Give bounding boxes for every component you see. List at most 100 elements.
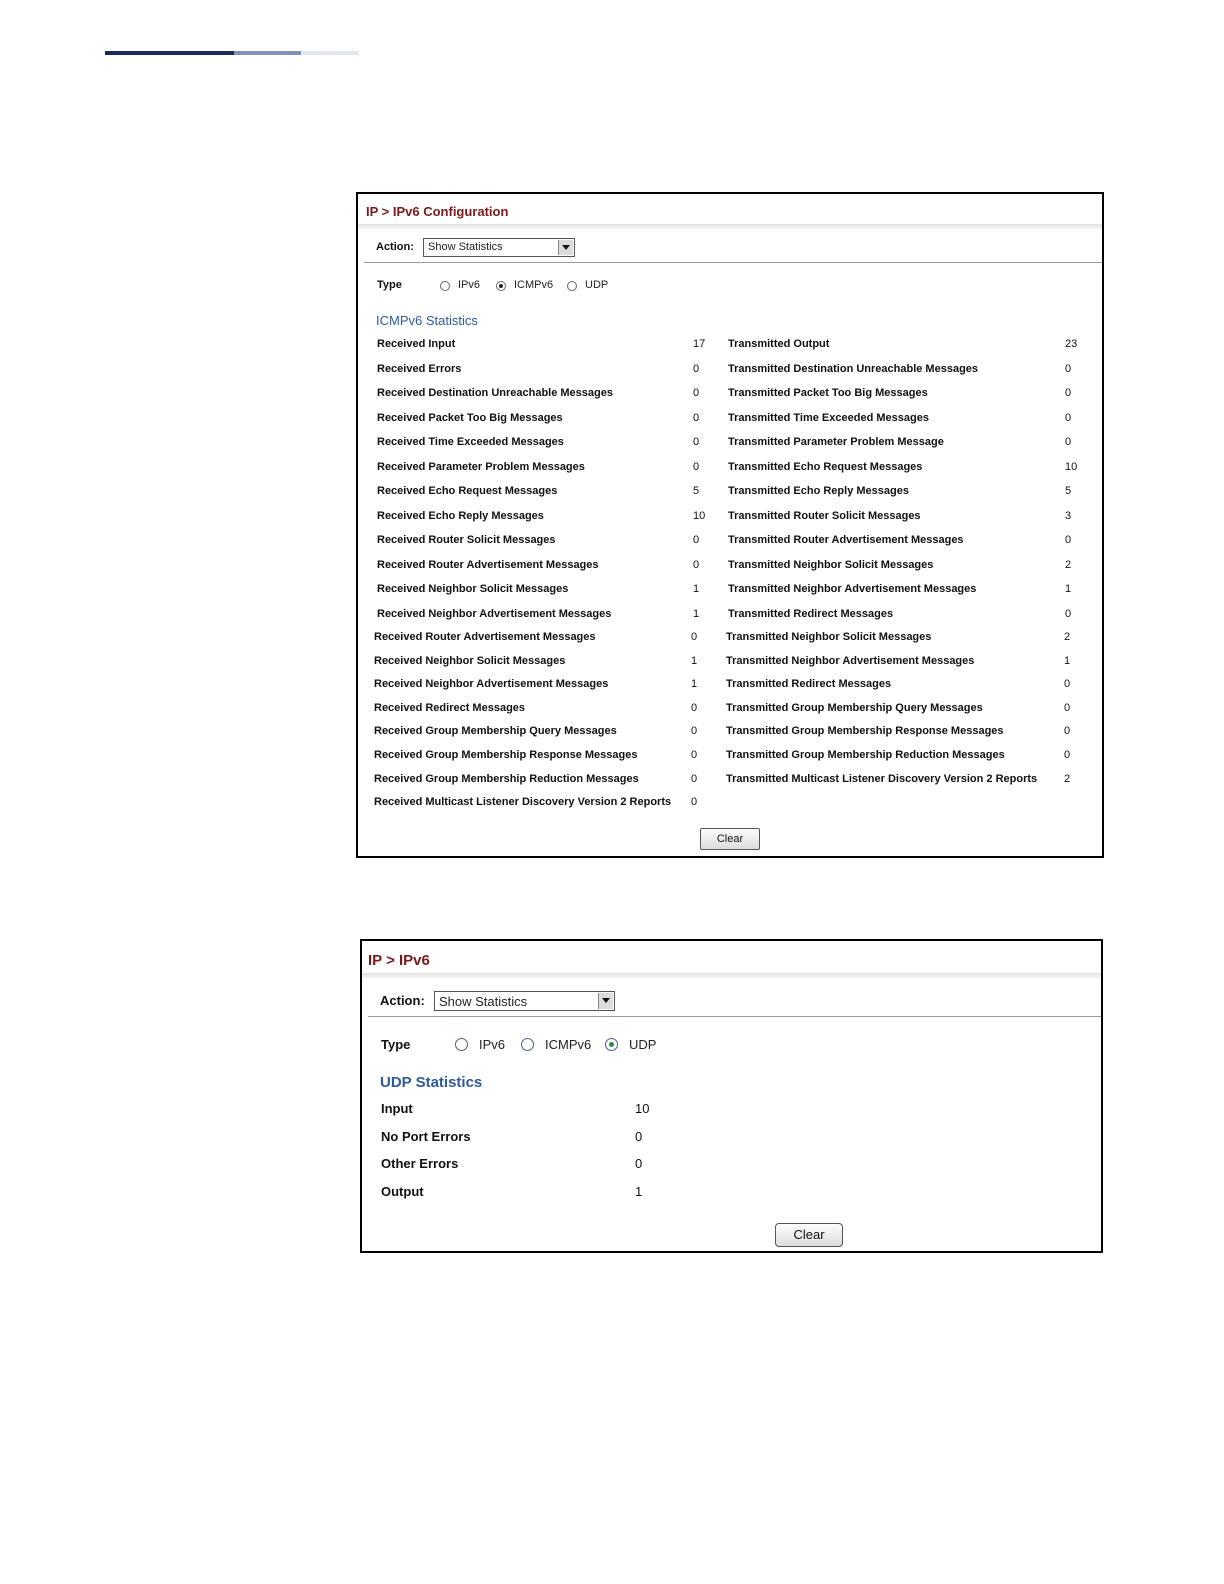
transmitted-stat-value: 0: [1065, 607, 1072, 620]
received-stat-label: Received Parameter Problem Messages: [377, 460, 585, 473]
transmitted-stat-label: Transmitted Group Membership Query Messa…: [726, 701, 983, 714]
radio-udp[interactable]: [567, 281, 577, 291]
transmitted-stat-value: 0: [1065, 362, 1072, 375]
transmitted-stat-label: Transmitted Multicast Listener Discovery…: [726, 772, 1038, 785]
received-stat-value: 0: [691, 749, 698, 761]
received-stat-value: 0: [691, 796, 698, 809]
radio-ipv6[interactable]: [455, 1038, 468, 1051]
received-stat-label: Received Echo Reply Messages: [377, 509, 544, 522]
action-label: Action:: [380, 993, 425, 1008]
radio-icmpv6[interactable]: [496, 281, 506, 291]
received-stat-label: Received Destination Unreachable Message…: [377, 387, 613, 399]
received-stat-value: 0: [691, 701, 698, 714]
section-title: UDP Statistics: [380, 1074, 483, 1091]
transmitted-stat-label: Transmitted Redirect Messages: [726, 678, 892, 691]
transmitted-stat-value: 1: [1065, 583, 1072, 595]
title-divider: [358, 224, 1102, 229]
received-stat-value: 10: [693, 509, 706, 522]
received-stat-label: Received Redirect Messages: [374, 701, 526, 714]
action-select-value: Show Statistics: [439, 994, 528, 1009]
received-stat-value: 17: [693, 338, 706, 350]
transmitted-stat-label: Transmitted Group Membership Reduction M…: [726, 749, 1005, 761]
received-stat-value: 0: [693, 436, 700, 448]
transmitted-stat-value: 0: [1065, 436, 1072, 448]
action-divider: [364, 262, 1102, 263]
clear-button[interactable]: Clear: [775, 1223, 843, 1247]
received-stat-label: Received Router Advertisement Messages: [374, 631, 596, 643]
transmitted-stat-value: 2: [1065, 558, 1072, 571]
chevron-down-icon[interactable]: [598, 993, 613, 1009]
radio-icmpv6-label: ICMPv6: [545, 1037, 592, 1052]
received-stat-label: Received Neighbor Solicit Messages: [374, 654, 566, 667]
received-stat-value: 1: [693, 607, 700, 620]
received-stat-value: 0: [693, 558, 700, 571]
received-stat-value: 0: [691, 772, 698, 785]
transmitted-stat-value: 0: [1065, 534, 1072, 546]
udp-stat-label: Input: [381, 1101, 413, 1116]
page-title: IP > IPv6 Configuration: [366, 204, 509, 219]
udp-stat-value: 0: [635, 1128, 643, 1144]
transmitted-stat-value: 0: [1064, 725, 1071, 738]
received-stat-label: Received Echo Request Messages: [377, 485, 558, 497]
header-bar-mid: [234, 51, 301, 55]
received-stat-value: 0: [693, 411, 700, 424]
page-title: IP > IPv6: [368, 952, 430, 969]
transmitted-stat-label: Transmitted Group Membership Response Me…: [726, 725, 1004, 738]
transmitted-stat-value: 0: [1064, 701, 1071, 714]
icmpv6-statistics-panel: IP > IPv6 Configuration Action: Show Sta…: [356, 192, 1104, 858]
action-select[interactable]: Show Statistics: [423, 238, 575, 257]
received-stat-value: 5: [693, 485, 700, 497]
transmitted-stat-label: Transmitted Neighbor Solicit Messages: [728, 558, 934, 571]
transmitted-stat-value: 0: [1064, 678, 1071, 691]
received-stat-label: Received Group Membership Reduction Mess…: [374, 772, 639, 785]
action-select-value: Show Statistics: [428, 241, 503, 253]
received-stat-value: 1: [691, 654, 698, 667]
received-stat-label: Received Router Solicit Messages: [377, 534, 556, 546]
udp-stat-label: Other Errors: [381, 1156, 459, 1172]
transmitted-stat-value: 5: [1065, 485, 1072, 497]
received-stat-value: 0: [693, 387, 700, 399]
received-stat-value: 0: [691, 631, 698, 643]
received-stat-label: Received Input: [377, 338, 456, 350]
transmitted-stat-value: 3: [1065, 509, 1072, 522]
transmitted-stat-label: Transmitted Destination Unreachable Mess…: [728, 362, 979, 375]
received-stat-label: Received Neighbor Solicit Messages: [377, 583, 569, 595]
transmitted-stat-value: 1: [1064, 654, 1071, 667]
radio-icmpv6[interactable]: [521, 1038, 534, 1051]
transmitted-stat-label: Transmitted Time Exceeded Messages: [728, 411, 929, 424]
transmitted-stat-label: Transmitted Neighbor Advertisement Messa…: [728, 583, 977, 595]
received-stat-label: Received Neighbor Advertisement Messages: [374, 678, 609, 691]
action-label: Action:: [376, 241, 414, 253]
radio-ipv6[interactable]: [440, 281, 450, 291]
header-bar-light: [301, 51, 359, 55]
radio-udp-label: UDP: [585, 279, 609, 291]
received-stat-label: Received Router Advertisement Messages: [377, 558, 599, 571]
radio-udp-label: UDP: [629, 1037, 657, 1052]
transmitted-stat-label: Transmitted Router Advertisement Message…: [728, 534, 964, 546]
transmitted-stat-label: Transmitted Parameter Problem Message: [728, 436, 944, 448]
received-stat-value: 0: [693, 362, 700, 375]
radio-ipv6-label: IPv6: [479, 1037, 506, 1052]
action-divider: [368, 1016, 1101, 1017]
clear-button[interactable]: Clear: [700, 828, 760, 850]
transmitted-stat-value: 2: [1064, 631, 1071, 643]
udp-stat-value: 1: [635, 1184, 643, 1200]
transmitted-stat-value: 2: [1064, 772, 1071, 785]
chevron-down-icon[interactable]: [558, 240, 573, 255]
received-stat-label: Received Multicast Listener Discovery Ve…: [374, 796, 672, 809]
action-select[interactable]: Show Statistics: [434, 991, 615, 1011]
received-stat-value: 1: [693, 583, 700, 595]
transmitted-stat-value: 0: [1064, 749, 1071, 761]
received-stat-label: Received Time Exceeded Messages: [377, 436, 564, 448]
radio-icmpv6-label: ICMPv6: [514, 279, 554, 291]
received-stat-label: Received Group Membership Response Messa…: [374, 749, 638, 761]
radio-udp[interactable]: [605, 1038, 618, 1051]
title-divider: [362, 973, 1101, 978]
udp-stat-label: Output: [381, 1184, 424, 1200]
udp-stat-value: 10: [635, 1101, 650, 1116]
transmitted-stat-label: Transmitted Router Solicit Messages: [728, 509, 921, 522]
udp-statistics-panel: IP > IPv6 Action: Show Statistics Type I…: [360, 939, 1103, 1253]
transmitted-stat-label: Transmitted Echo Request Messages: [728, 460, 923, 473]
transmitted-stat-value: 23: [1065, 338, 1078, 350]
received-stat-label: Received Errors: [377, 362, 462, 375]
